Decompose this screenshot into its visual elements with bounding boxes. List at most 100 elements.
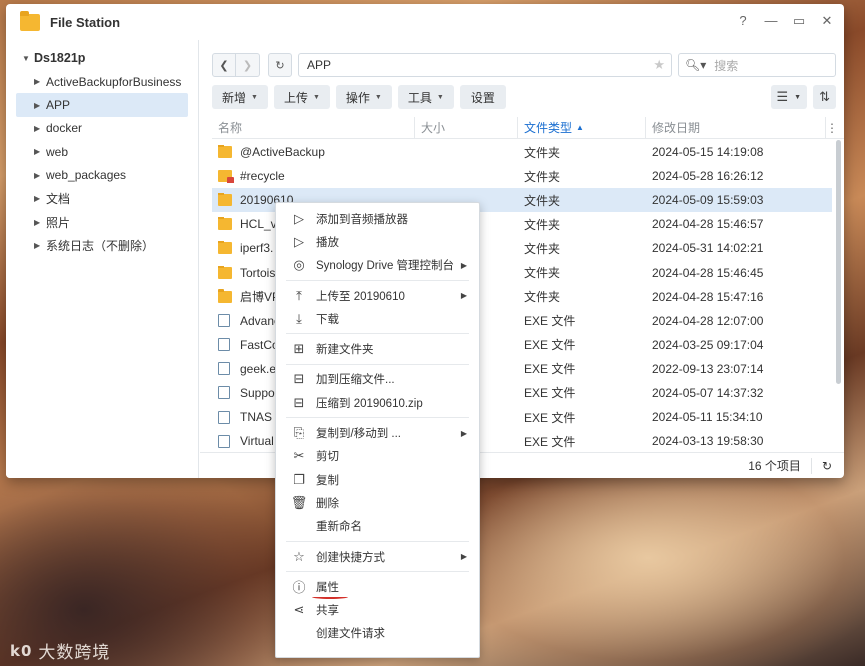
tools-button[interactable]: 工具 ▼	[397, 85, 454, 109]
caret-right-icon[interactable]: ▶	[34, 101, 46, 110]
menu-item-label: 加到压缩文件...	[316, 374, 395, 387]
tree-root[interactable]: ▼ Ds1821p	[6, 46, 198, 70]
cell-type: 文件夹	[524, 217, 561, 232]
menu-item[interactable]: ▷ 添加到音频播放器	[276, 207, 479, 230]
search-input[interactable]: 🔍︎▾ 搜索	[678, 53, 836, 77]
menu-item[interactable]: 创建文件请求	[276, 622, 479, 645]
menu-item[interactable]: ❐ 复制	[276, 468, 479, 491]
desktop-wallpaper-shadow	[0, 470, 280, 666]
file-icon	[218, 410, 230, 424]
folder-icon	[218, 217, 232, 231]
sidebar-item[interactable]: ▶ web	[16, 140, 188, 163]
menu-item[interactable]: 🗑︎ 删除	[276, 491, 479, 514]
column-type[interactable]: 文件类型 ▲	[518, 116, 646, 139]
search-icon[interactable]: 🔍︎▾	[685, 58, 706, 72]
cell-name: @ActiveBackup	[212, 145, 415, 159]
close-icon[interactable]: ✕	[820, 13, 834, 29]
sidebar-item-label: 文档	[46, 192, 71, 207]
favorite-star-icon[interactable]: ★	[653, 57, 665, 73]
cell-modified: 2024-04-28 15:47:16	[652, 289, 764, 304]
maximize-icon[interactable]: ▭	[792, 13, 806, 29]
sidebar-item[interactable]: ▶ docker	[16, 117, 188, 140]
column-name[interactable]: 名称	[212, 116, 415, 139]
refresh-icon: ↻	[275, 59, 285, 72]
menu-item[interactable]: ⊟ 压缩到 20190610.zip	[276, 391, 479, 414]
menu-separator	[286, 540, 469, 542]
action-button[interactable]: 操作 ▼	[335, 85, 392, 109]
create-button[interactable]: 新增 ▼	[212, 85, 268, 109]
menu-item-label: 创建文件请求	[316, 628, 385, 641]
menu-separator	[286, 363, 469, 365]
menu-item-label: Synology Drive 管理控制台	[316, 260, 455, 273]
caret-right-icon[interactable]: ▶	[34, 194, 46, 203]
window-title: File Station	[50, 14, 121, 30]
sidebar-item-label: docker	[46, 121, 83, 136]
menu-separator	[286, 333, 469, 335]
menu-item[interactable]: ✂ 剪切	[276, 445, 479, 468]
cell-type: EXE 文件	[524, 386, 576, 401]
sidebar-item[interactable]: ▶ APP	[16, 93, 188, 117]
list-view-button[interactable]: ☰ ▼	[770, 85, 808, 109]
help-icon[interactable]: ?	[736, 13, 750, 29]
cell-type: EXE 文件	[524, 410, 576, 425]
refresh-button[interactable]: ↻	[268, 53, 292, 77]
back-button[interactable]: ❮	[212, 53, 236, 77]
sort-button[interactable]: ⇅	[813, 85, 836, 109]
sidebar-item[interactable]: ▶ 系统日志（不删除）	[16, 234, 188, 257]
status-refresh-icon[interactable]: ↻	[822, 459, 832, 473]
file-name: #recycle	[240, 169, 285, 184]
table-row[interactable]: @ActiveBackup 文件夹 2024-05-15 14:19:08	[212, 140, 832, 164]
settings-button[interactable]: 设置	[459, 85, 506, 109]
submenu-arrow-icon: ▶	[460, 552, 467, 561]
menu-item[interactable]: ⎘ 复制到/移动到 ... ▶	[276, 421, 479, 444]
caret-right-icon[interactable]: ▶	[34, 124, 46, 133]
cell-modified: 2024-05-09 15:59:03	[652, 193, 764, 208]
menu-item[interactable]: ☆ 创建快捷方式 ▶	[276, 545, 479, 568]
caret-right-icon[interactable]: ▶	[34, 147, 46, 156]
copy-move-icon: ⎘	[293, 425, 305, 441]
tree-root-label: Ds1821p	[34, 51, 86, 65]
menu-item[interactable]: 重新命名	[276, 515, 479, 538]
menu-item[interactable]: ⊞ 新建文件夹	[276, 337, 479, 360]
trash-icon: 🗑︎	[290, 494, 308, 510]
caret-right-icon[interactable]: ▶	[34, 171, 46, 180]
scrollbar[interactable]	[836, 140, 841, 384]
column-type-label: 文件类型	[524, 121, 573, 135]
sidebar-item[interactable]: ▶ 文档	[16, 187, 188, 210]
column-menu-icon[interactable]: ⋮	[826, 121, 838, 135]
menu-item[interactable]: ⤒ 上传至 20190610 ▶	[276, 284, 479, 307]
caret-down-icon[interactable]: ▼	[22, 54, 34, 63]
menu-item[interactable]: ⋖ 共享	[276, 598, 479, 621]
download-icon: ⤓	[296, 310, 302, 326]
menu-item[interactable]: ⊟ 加到压缩文件...	[276, 368, 479, 391]
title-bar[interactable]: File Station ? — ▭ ✕	[6, 4, 844, 40]
sidebar-item-label: 照片	[46, 215, 71, 230]
menu-item[interactable]: ⤓ 下载	[276, 307, 479, 330]
path-field[interactable]: APP ★	[298, 53, 672, 77]
upload-button[interactable]: 上传 ▼	[273, 85, 330, 109]
caret-right-icon[interactable]: ▶	[34, 241, 46, 250]
menu-item[interactable]: ⓘ 属性	[276, 575, 479, 600]
sidebar-item[interactable]: ▶ ActiveBackupforBusiness	[16, 70, 188, 93]
caret-right-icon[interactable]: ▶	[34, 77, 46, 86]
menu-item-label: 共享	[316, 605, 339, 618]
cell-modified: 2024-05-28 16:26:12	[652, 169, 764, 184]
column-size[interactable]: 大小	[415, 116, 518, 139]
column-modified[interactable]: 修改日期	[646, 116, 826, 139]
menu-separator	[286, 417, 469, 419]
menu-item-label: 添加到音频播放器	[316, 213, 408, 226]
cell-modified: 2024-05-31 14:02:21	[652, 241, 764, 256]
dropdown-icon: ▼	[794, 93, 802, 101]
sidebar-item[interactable]: ▶ 照片	[16, 210, 188, 233]
table-row[interactable]: #recycle 文件夹 2024-05-28 16:26:12	[212, 164, 832, 188]
forward-button[interactable]: ❯	[236, 53, 260, 77]
file-icon	[218, 314, 230, 328]
menu-item[interactable]: ◎ Synology Drive 管理控制台 ▶	[276, 254, 479, 277]
menu-item[interactable]: ▷ 播放	[276, 230, 479, 253]
minimize-icon[interactable]: —	[764, 13, 778, 29]
caret-right-icon[interactable]: ▶	[34, 218, 46, 227]
submenu-arrow-icon: ▶	[460, 291, 467, 301]
sidebar-item[interactable]: ▶ web_packages	[16, 164, 188, 187]
view-buttons: ☰ ▼ ⇅	[770, 85, 836, 109]
sidebar-item-label: ActiveBackupforBusiness	[46, 74, 182, 89]
